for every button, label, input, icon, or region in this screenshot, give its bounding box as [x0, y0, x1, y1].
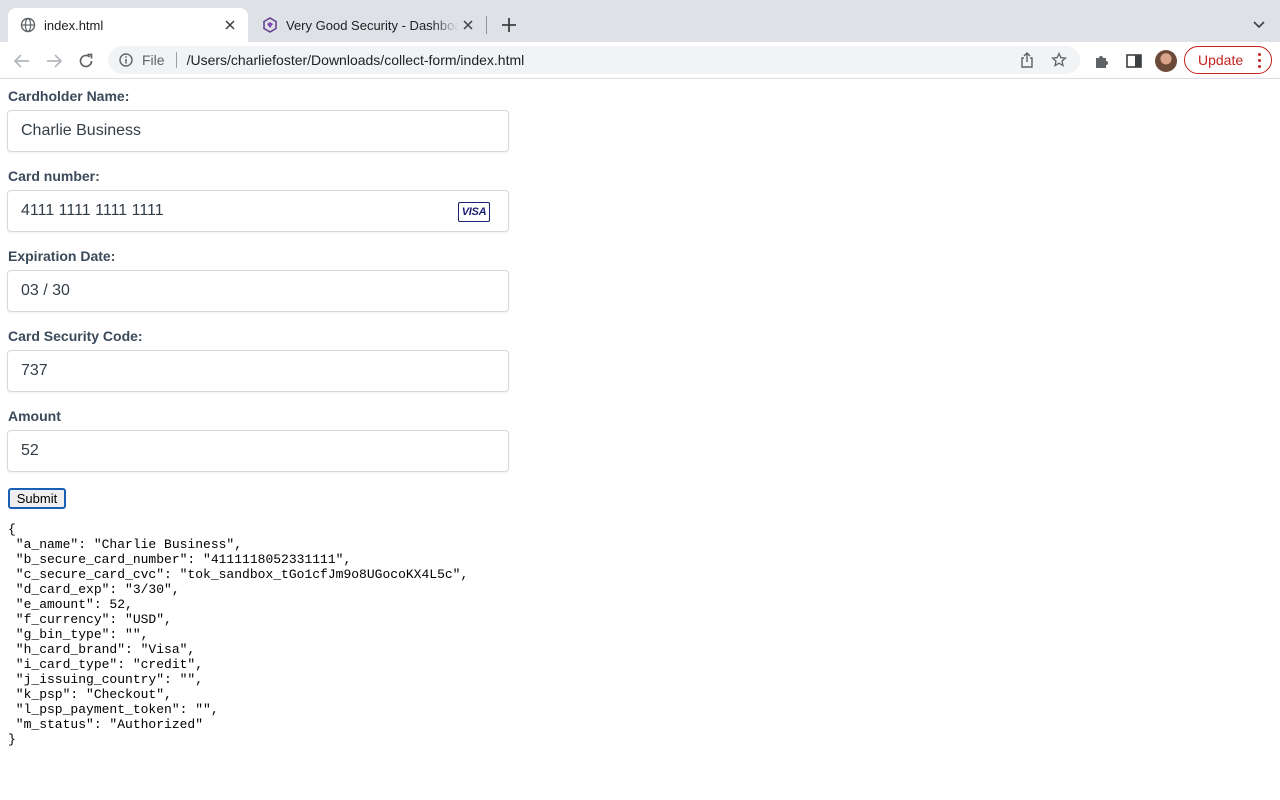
omnibox-divider: [175, 52, 177, 68]
json-line: "b_secure_card_number": "411111805233111…: [8, 552, 352, 567]
close-tab-icon[interactable]: [458, 15, 478, 35]
security-code-label: Card Security Code:: [8, 328, 143, 344]
json-line: "e_amount": 52,: [8, 597, 133, 612]
forward-arrow-icon[interactable]: [43, 50, 65, 72]
tab-vgs-dashboard[interactable]: Very Good Security - Dashboard: [250, 8, 486, 42]
card-number-input[interactable]: 4111 1111 1111 1111 VISA: [7, 190, 509, 232]
globe-icon: [20, 17, 36, 33]
extensions-puzzle-icon[interactable]: [1090, 49, 1114, 73]
back-arrow-icon[interactable]: [11, 50, 33, 72]
more-menu-icon: [1258, 53, 1261, 68]
update-button[interactable]: Update: [1184, 46, 1272, 74]
json-close-brace: }: [8, 732, 16, 747]
cardholder-name-label: Cardholder Name:: [8, 88, 130, 104]
security-code-input[interactable]: 737: [7, 350, 509, 392]
card-number-value: 4111 1111 1111 1111: [21, 202, 164, 219]
expiration-date-input[interactable]: 03 / 30: [7, 270, 509, 312]
share-icon[interactable]: [1016, 49, 1038, 71]
chevron-down-icon[interactable]: [1248, 14, 1270, 36]
expiration-date-value: 03 / 30: [21, 282, 70, 299]
tab-strip: index.html Very Good Security - Dashboar…: [0, 0, 1280, 42]
tab-divider: [486, 16, 487, 34]
tab-title: index.html: [44, 17, 104, 33]
new-tab-icon[interactable]: [498, 14, 520, 36]
close-tab-icon[interactable]: [220, 15, 240, 35]
visa-card-icon: VISA: [458, 202, 490, 222]
vgs-logo-icon: [262, 17, 278, 33]
amount-value: 52: [21, 442, 39, 459]
reload-icon[interactable]: [75, 50, 97, 72]
cardholder-name-input[interactable]: Charlie Business: [7, 110, 509, 152]
json-line: "i_card_type": "credit",: [8, 657, 204, 672]
browser-toolbar: File /Users/charliefoster/Downloads/coll…: [0, 42, 1280, 79]
page-content: Cardholder Name: Charlie Business Card n…: [0, 80, 1280, 800]
json-line: "m_status": "Authorized": [8, 717, 204, 732]
tab-title: Very Good Security - Dashboard: [286, 17, 458, 33]
url-text[interactable]: /Users/charliefoster/Downloads/collect-f…: [187, 52, 1016, 68]
json-line: "l_psp_payment_token": "",: [8, 702, 219, 717]
info-icon[interactable]: [118, 52, 134, 68]
json-line: "f_currency": "USD",: [8, 612, 172, 627]
cardholder-name-value: Charlie Business: [21, 122, 142, 139]
amount-input[interactable]: 52: [7, 430, 509, 472]
tab-index-html[interactable]: index.html: [8, 8, 248, 42]
amount-label: Amount: [8, 408, 61, 424]
json-line: "g_bin_type": "",: [8, 627, 149, 642]
profile-avatar[interactable]: [1155, 50, 1177, 72]
response-json-output: { "a_name": "Charlie Business", "b_secur…: [8, 522, 468, 747]
json-line: "h_card_brand": "Visa",: [8, 642, 196, 657]
update-label: Update: [1198, 52, 1244, 68]
json-line: "j_issuing_country": "",: [8, 672, 204, 687]
address-bar[interactable]: File /Users/charliefoster/Downloads/coll…: [108, 46, 1080, 74]
scheme-label: File: [142, 52, 165, 68]
json-line: "d_card_exp": "3/30",: [8, 582, 180, 597]
side-panel-icon[interactable]: [1122, 49, 1146, 73]
json-line: "a_name": "Charlie Business",: [8, 537, 243, 552]
json-open-brace: {: [8, 522, 16, 537]
submit-button[interactable]: Submit: [8, 488, 66, 509]
card-number-label: Card number:: [8, 168, 100, 184]
expiration-date-label: Expiration Date:: [8, 248, 116, 264]
bookmark-star-icon[interactable]: [1048, 49, 1070, 71]
json-line: "c_secure_card_cvc": "tok_sandbox_tGo1cf…: [8, 567, 469, 582]
json-line: "k_psp": "Checkout",: [8, 687, 172, 702]
security-code-value: 737: [21, 362, 48, 379]
